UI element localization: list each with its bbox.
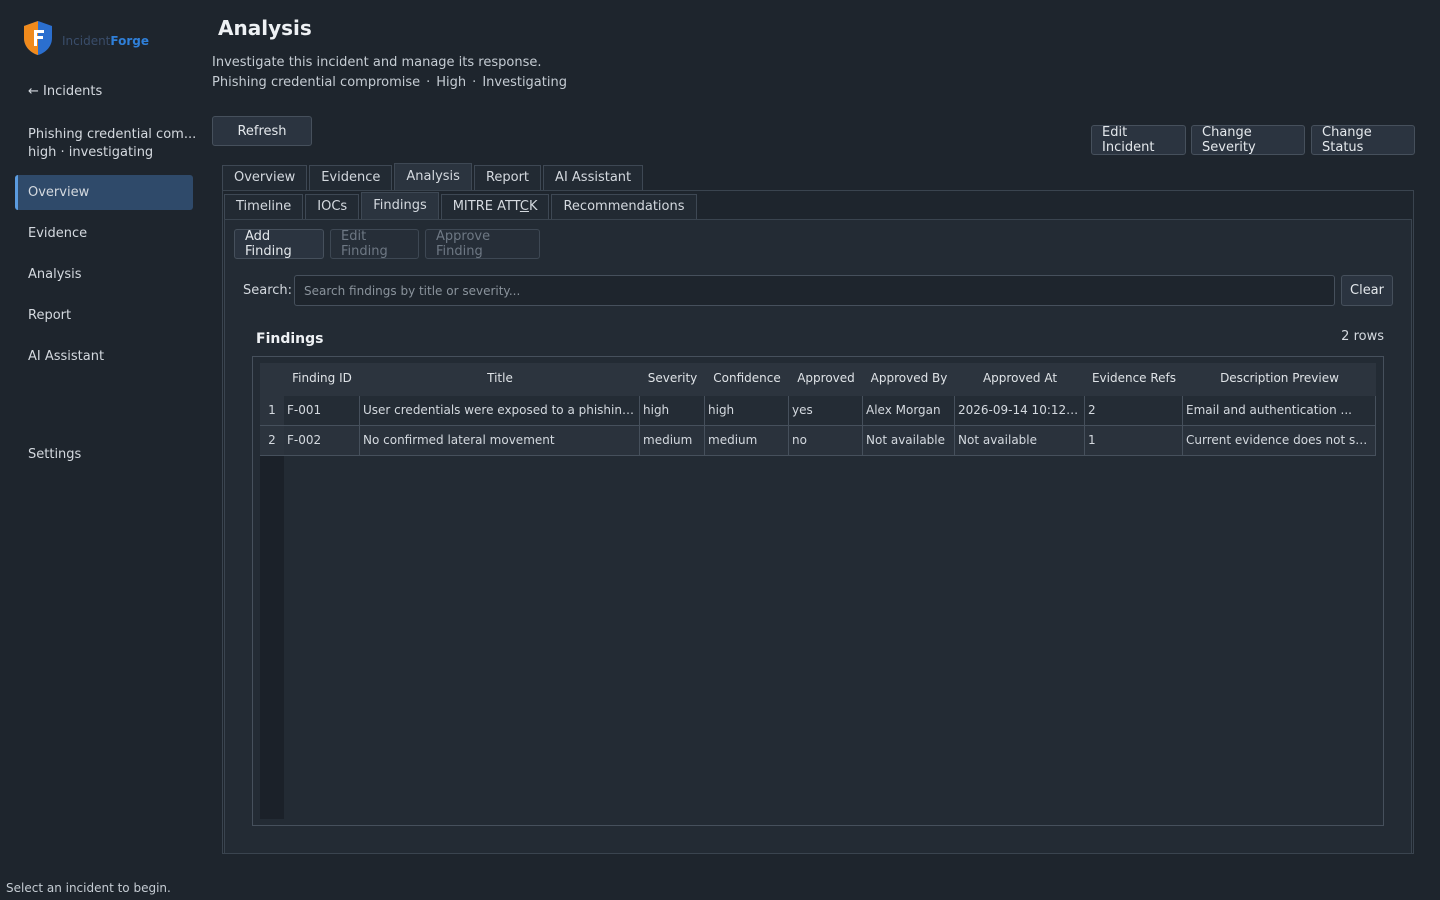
tab-evidence[interactable]: Evidence xyxy=(309,165,393,190)
column-header-approved-at[interactable]: Approved At xyxy=(955,363,1085,396)
change-severity-button[interactable]: Change Severity xyxy=(1191,125,1305,155)
cell-approved[interactable]: no xyxy=(789,426,863,456)
sidebar-item-settings[interactable]: Settings xyxy=(15,437,193,472)
cell-severity[interactable]: medium xyxy=(640,426,705,456)
cell-confidence[interactable]: high xyxy=(705,396,789,426)
search-input[interactable] xyxy=(294,275,1335,306)
change-status-button[interactable]: Change Status xyxy=(1311,125,1415,155)
sidebar-item-report[interactable]: Report xyxy=(15,298,193,333)
table-row[interactable]: 2 F-002 No confirmed lateral movement me… xyxy=(260,426,1376,456)
tab-overview[interactable]: Overview xyxy=(222,165,308,190)
app-window: IncidentForge ← Incidents Phishing crede… xyxy=(0,0,1440,900)
table-header: Finding ID Title Severity Confidence App… xyxy=(284,363,1376,396)
cell-confidence[interactable]: medium xyxy=(705,426,789,456)
findings-section-title: Findings xyxy=(256,331,324,347)
cell-finding-id[interactable]: F-001 xyxy=(284,396,360,426)
cell-severity[interactable]: high xyxy=(640,396,705,426)
subtab-mitre-attack[interactable]: MITRE ATTCK xyxy=(440,194,550,219)
table-corner-button[interactable] xyxy=(260,363,284,396)
brand-logo: IncidentForge xyxy=(22,20,149,56)
sidebar-item-evidence[interactable]: Evidence xyxy=(15,216,193,251)
column-header-severity[interactable]: Severity xyxy=(640,363,705,396)
cell-approved-by[interactable]: Alex Morgan xyxy=(863,396,955,426)
separator: · xyxy=(472,75,477,90)
approve-finding-button[interactable]: Approve Finding xyxy=(425,229,540,259)
search-label: Search: xyxy=(243,283,293,298)
status-bar: Select an incident to begin. xyxy=(6,881,171,895)
cell-title[interactable]: No confirmed lateral movement xyxy=(360,426,640,456)
subtab-iocs[interactable]: IOCs xyxy=(305,194,360,219)
sidebar-item-analysis[interactable]: Analysis xyxy=(15,257,193,292)
subtab-mitre-label: MITRE ATT xyxy=(452,199,520,214)
incident-summary: Phishing credential com... high · invest… xyxy=(28,126,196,162)
column-header-evidence-refs[interactable]: Evidence Refs xyxy=(1085,363,1183,396)
edit-finding-button[interactable]: Edit Finding xyxy=(330,229,419,259)
row-count-label: 2 rows xyxy=(1341,329,1384,344)
column-header-description-preview[interactable]: Description Preview xyxy=(1183,363,1376,396)
add-finding-button[interactable]: Add Finding xyxy=(234,229,324,259)
separator: · xyxy=(426,75,431,90)
main-tabbar: Overview Evidence Analysis Report AI Ass… xyxy=(222,163,645,190)
tab-analysis[interactable]: Analysis xyxy=(394,163,472,190)
column-header-title[interactable]: Title xyxy=(360,363,640,396)
column-header-finding-id[interactable]: Finding ID xyxy=(284,363,360,396)
shield-logo-icon xyxy=(24,21,52,55)
row-number[interactable]: 2 xyxy=(260,426,284,456)
sidebar-item-ai-assistant[interactable]: AI Assistant xyxy=(15,339,193,374)
cell-description-preview[interactable]: Email and authentication ... xyxy=(1183,396,1376,426)
table-row[interactable]: 1 F-001 User credentials were exposed to… xyxy=(260,396,1376,426)
sidebar: IncidentForge ← Incidents Phishing crede… xyxy=(0,0,205,875)
tab-report[interactable]: Report xyxy=(473,165,542,190)
cell-approved-at[interactable]: Not available xyxy=(955,426,1085,456)
page-title: Analysis xyxy=(218,16,312,40)
clear-search-button[interactable]: Clear xyxy=(1341,275,1393,306)
incident-name: Phishing credential compromise xyxy=(212,75,421,90)
subtab-findings[interactable]: Findings xyxy=(361,192,439,219)
analysis-subtabbar: Timeline IOCs Findings MITRE ATTCK Recom… xyxy=(224,192,699,219)
column-header-approved[interactable]: Approved xyxy=(789,363,863,396)
cell-approved-by[interactable]: Not available xyxy=(863,426,955,456)
page-subtitle: Investigate this incident and manage its… xyxy=(212,55,542,70)
incident-meta-line: Phishing credential compromise · High · Inve… xyxy=(212,75,567,90)
brand-name: IncidentForge xyxy=(62,34,149,48)
refresh-button[interactable]: Refresh xyxy=(212,116,312,146)
cell-evidence-refs[interactable]: 1 xyxy=(1085,426,1183,456)
sidebar-item-overview[interactable]: Overview xyxy=(15,175,193,210)
column-header-confidence[interactable]: Confidence xyxy=(705,363,789,396)
incident-summary-meta: high · investigating xyxy=(28,145,154,160)
subtab-recommendations[interactable]: Recommendations xyxy=(551,194,697,219)
subtab-mitre-label-tail: K xyxy=(528,199,538,214)
edit-incident-button[interactable]: Edit Incident xyxy=(1091,125,1186,155)
cell-evidence-refs[interactable]: 2 xyxy=(1085,396,1183,426)
incident-status: Investigating xyxy=(482,75,567,90)
cell-title[interactable]: User credentials were exposed to a phish… xyxy=(360,396,640,426)
tab-ai-assistant[interactable]: AI Assistant xyxy=(543,165,644,190)
subtab-timeline[interactable]: Timeline xyxy=(224,194,304,219)
row-number[interactable]: 1 xyxy=(260,396,284,426)
column-header-approved-by[interactable]: Approved By xyxy=(863,363,955,396)
subtab-mitre-mnemonic: C xyxy=(519,199,529,214)
cell-finding-id[interactable]: F-002 xyxy=(284,426,360,456)
row-header-gutter xyxy=(260,456,284,819)
cell-approved-at[interactable]: 2026-09-14 10:12 UTC xyxy=(955,396,1085,426)
incident-severity: High xyxy=(436,75,467,90)
back-to-incidents-link[interactable]: ← Incidents xyxy=(28,84,102,99)
cell-approved[interactable]: yes xyxy=(789,396,863,426)
cell-description-preview[interactable]: Current evidence does not sho... xyxy=(1183,426,1376,456)
incident-summary-title: Phishing credential com... xyxy=(28,127,197,142)
